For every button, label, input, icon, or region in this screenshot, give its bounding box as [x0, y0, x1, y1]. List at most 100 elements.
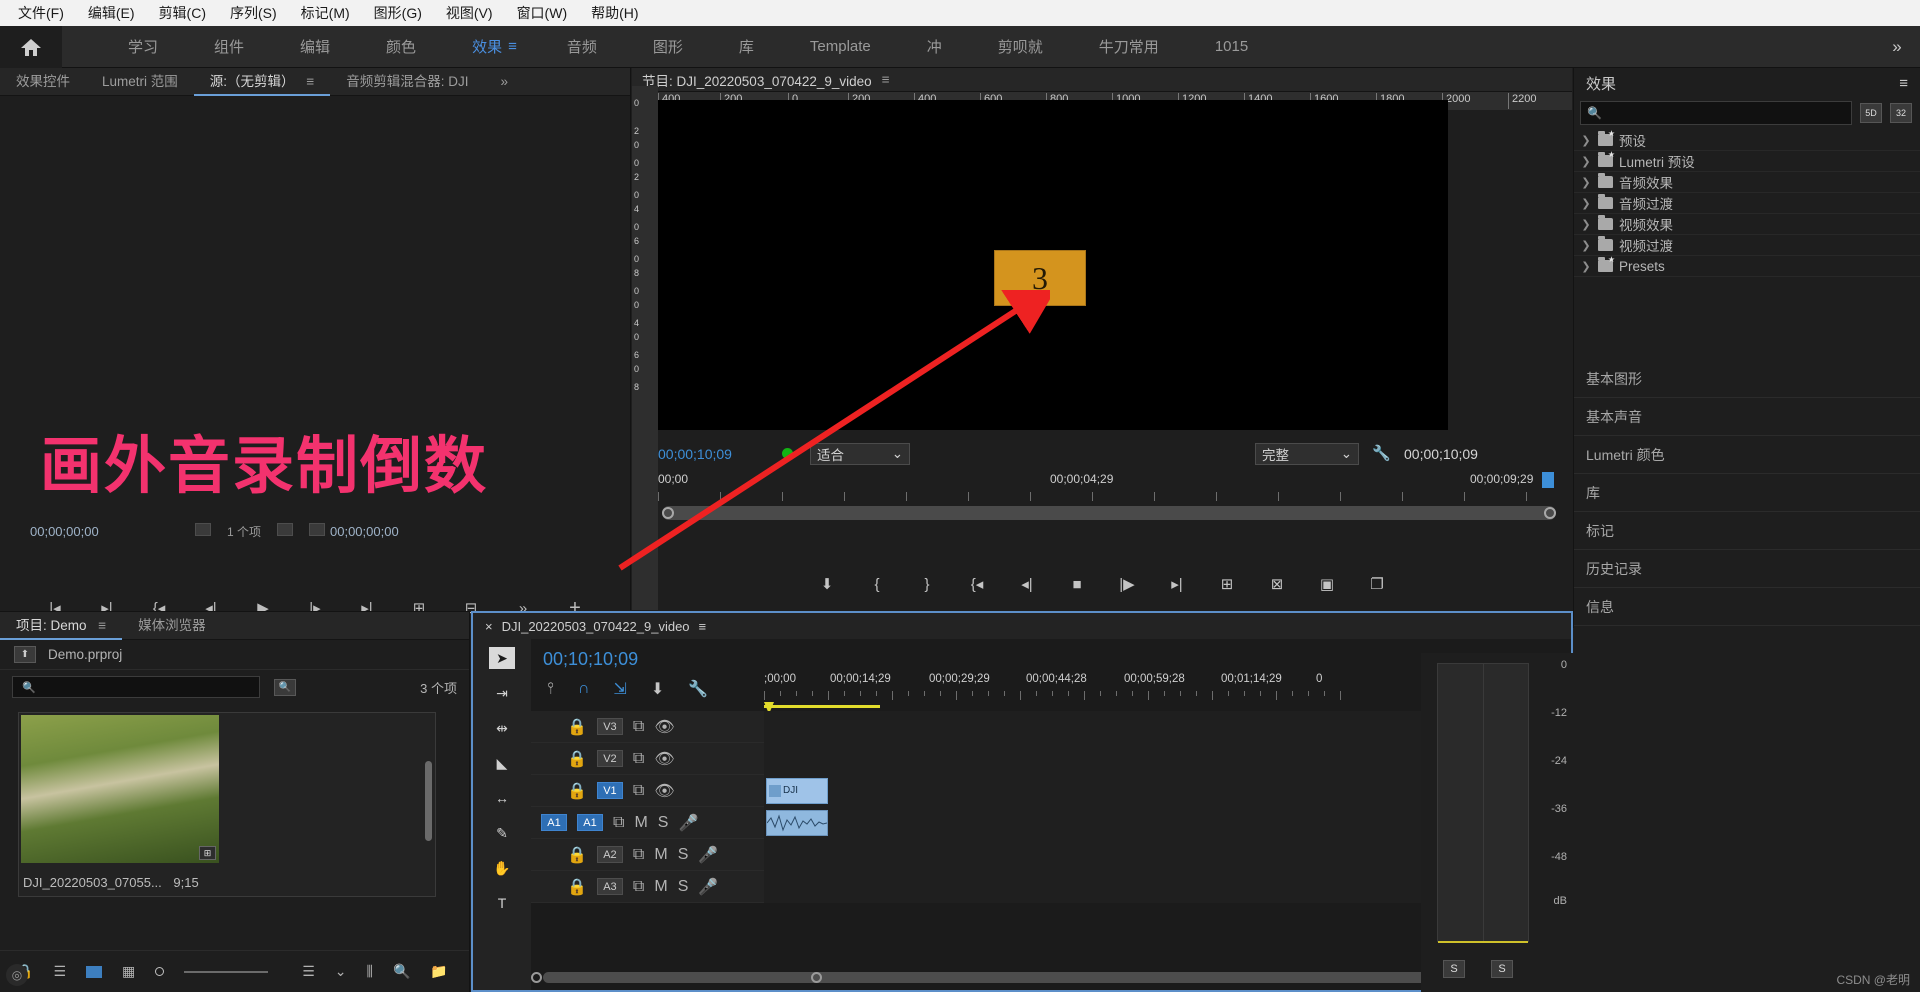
panel-markers[interactable]: 标记	[1574, 512, 1920, 550]
table-row[interactable]: 🔒 V1 ⧉ 👁 DJI	[531, 774, 1571, 807]
workspace-tab-effects[interactable]: 效果	[444, 36, 508, 57]
selection-tool-icon[interactable]: ➤	[489, 647, 515, 669]
tab-source-burger-icon[interactable]: ≡	[306, 74, 314, 89]
effects-row-lumetri-presets[interactable]: ❯ Lumetri 预设	[1574, 150, 1920, 172]
workspace-overflow-icon[interactable]: »	[1874, 37, 1920, 57]
program-step-back-icon[interactable]: ◂|	[1015, 575, 1039, 593]
track-sync-lock-icon[interactable]: ⧉	[633, 878, 644, 896]
zoom-slider-handle[interactable]	[155, 967, 165, 976]
freeform-view-icon[interactable]: ▦	[122, 963, 135, 980]
workspace-tab-graphics[interactable]: 图形	[625, 36, 711, 57]
snap-icon[interactable]: ∩	[578, 680, 590, 698]
pen-tool-icon[interactable]: ✎	[489, 822, 515, 844]
program-play-icon[interactable]: |▶	[1115, 575, 1139, 593]
table-row[interactable]: 🔒 A2 ⧉ M S 🎤	[531, 838, 1571, 871]
automate-to-sequence-icon[interactable]: ⫼	[367, 963, 373, 980]
chevron-right-icon[interactable]: ❯	[1580, 155, 1592, 168]
filter-bin-icon[interactable]: 🔍	[274, 678, 296, 696]
timeline-settings-icon[interactable]: 🔧	[688, 679, 708, 699]
workspace-tab-learn[interactable]: 学习	[100, 36, 186, 57]
marker-icon[interactable]: ⬇	[651, 679, 664, 699]
workspace-tab-color[interactable]: 颜色	[358, 36, 444, 57]
timeline-clip-video[interactable]: DJI	[766, 777, 828, 804]
track-eye-icon[interactable]: 👁	[654, 781, 674, 801]
audio-meter-body[interactable]	[1437, 663, 1529, 942]
program-monitor-burger-icon[interactable]: ≡	[882, 72, 890, 87]
type-tool-icon[interactable]: T	[489, 892, 515, 914]
effects-row-audio-transitions[interactable]: ❯ 音频过渡	[1574, 193, 1920, 214]
panel-essential-graphics[interactable]: 基本图形	[1574, 360, 1920, 398]
panel-lumetri-color[interactable]: Lumetri 颜色	[1574, 436, 1920, 474]
clip-thumbnail[interactable]: ⊞	[21, 715, 219, 863]
track-sync-lock-icon[interactable]: ⧉	[613, 814, 624, 832]
tab-media-browser[interactable]: 媒体浏览器	[122, 612, 222, 640]
source-quality-icon[interactable]	[277, 522, 294, 536]
track-lock-icon[interactable]: 🔒	[567, 781, 587, 801]
tab-effect-controls[interactable]: 效果控件	[0, 68, 86, 96]
program-stop-icon[interactable]: ■	[1065, 576, 1089, 593]
workspace-tab-1015[interactable]: 1015	[1187, 38, 1276, 55]
project-scrollbar[interactable]	[425, 761, 432, 841]
project-file-row[interactable]: ⬆ Demo.prproj	[0, 640, 469, 670]
parent-bin-icon[interactable]: ⬆	[14, 646, 36, 663]
icon-view-icon[interactable]	[86, 965, 102, 978]
timeline-horizontal-scrollbar[interactable]	[543, 972, 1557, 983]
hand-tool-icon[interactable]: ✋	[489, 857, 515, 879]
program-video-canvas[interactable]: 3	[658, 100, 1448, 430]
effects-row-presets[interactable]: ❯ 预设	[1574, 129, 1920, 151]
track-name-badge[interactable]: A1	[577, 814, 603, 831]
slip-tool-icon[interactable]: ↔	[489, 787, 515, 809]
hscroll-right-handle[interactable]	[811, 972, 822, 983]
track-name-badge[interactable]: V1	[596, 782, 623, 799]
track-lock-icon[interactable]: 🔒	[567, 717, 587, 737]
table-row[interactable]: 🔒 A3 ⧉ M S 🎤	[531, 870, 1571, 903]
find-icon[interactable]: 🔍	[393, 963, 410, 980]
track-sync-lock-icon[interactable]: ⧉	[633, 782, 644, 800]
program-fit-select[interactable]: 适合 ⌄	[810, 443, 910, 465]
track-name-badge[interactable]: V2	[596, 750, 623, 767]
workspace-tab-editing[interactable]: 编辑	[272, 36, 358, 57]
tab-project-demo[interactable]: 项目: Demo ≡	[0, 612, 123, 640]
wrench-settings-icon[interactable]: 🔧	[1372, 444, 1391, 462]
program-playhead-marker[interactable]	[1542, 472, 1554, 488]
menu-item-edit[interactable]: 编辑(E)	[76, 1, 147, 25]
menu-item-file[interactable]: 文件(F)	[6, 1, 76, 25]
table-row[interactable]: A1 A1 ⧉ M S 🎤	[531, 806, 1571, 839]
scrubber-handle-left[interactable]	[662, 507, 674, 519]
track-sync-lock-icon[interactable]: ⧉	[633, 846, 644, 864]
program-go-to-out-icon[interactable]: ▸|	[1165, 575, 1189, 593]
timeline-playhead-timecode[interactable]: 00;10;10;09	[531, 639, 764, 676]
tab-lumetri-scopes[interactable]: Lumetri 范围	[86, 68, 194, 96]
track-select-forward-tool-icon[interactable]: ⇥	[489, 682, 515, 704]
source-timecode-right[interactable]: 00;00;00;00	[330, 524, 399, 539]
program-add-marker-icon[interactable]: ⬇	[815, 575, 839, 593]
effects-row-video-effects[interactable]: ❯ 视频效果	[1574, 214, 1920, 235]
sort-icon[interactable]: ☰	[302, 963, 315, 980]
meter-solo-right-button[interactable]: S	[1491, 960, 1513, 978]
razor-tool-icon[interactable]: ◣	[489, 752, 515, 774]
tab-audio-clip-mixer[interactable]: 音频剪辑混合器: DJI	[330, 68, 484, 96]
panel-essential-sound[interactable]: 基本声音	[1574, 398, 1920, 436]
table-row[interactable]: 🔒 V3 ⧉ 👁	[531, 710, 1571, 743]
menu-item-clip[interactable]: 剪辑(C)	[147, 1, 218, 25]
sync-lock-icon[interactable]: ⫯	[547, 680, 554, 698]
track-eye-icon[interactable]: 👁	[654, 749, 674, 769]
track-lock-icon[interactable]: 🔒	[567, 749, 587, 769]
workspace-tab-libraries[interactable]: 库	[711, 36, 782, 57]
chevron-right-icon[interactable]: ❯	[1580, 197, 1592, 210]
track-name-badge[interactable]: A2	[596, 846, 623, 863]
effects-row-video-transitions[interactable]: ❯ 视频过渡	[1574, 235, 1920, 256]
program-playhead-timecode[interactable]: 00;00;10;09	[658, 446, 732, 462]
project-search-input[interactable]	[12, 676, 260, 698]
menu-item-help[interactable]: 帮助(H)	[579, 1, 650, 25]
program-export-frame-icon[interactable]: ▣	[1315, 575, 1339, 593]
program-scrubber-bar[interactable]	[662, 506, 1556, 520]
menu-item-view[interactable]: 视图(V)	[434, 1, 505, 25]
project-burger-icon[interactable]: ≡	[98, 618, 106, 633]
track-eye-icon[interactable]: 👁	[654, 717, 674, 737]
track-sync-lock-icon[interactable]: ⧉	[633, 750, 644, 768]
source-scrubber[interactable]	[0, 554, 630, 570]
source-tabs-overflow-icon[interactable]: »	[484, 68, 524, 96]
panel-info[interactable]: 信息	[1574, 588, 1920, 626]
list-view-icon[interactable]: ☰	[53, 963, 66, 980]
